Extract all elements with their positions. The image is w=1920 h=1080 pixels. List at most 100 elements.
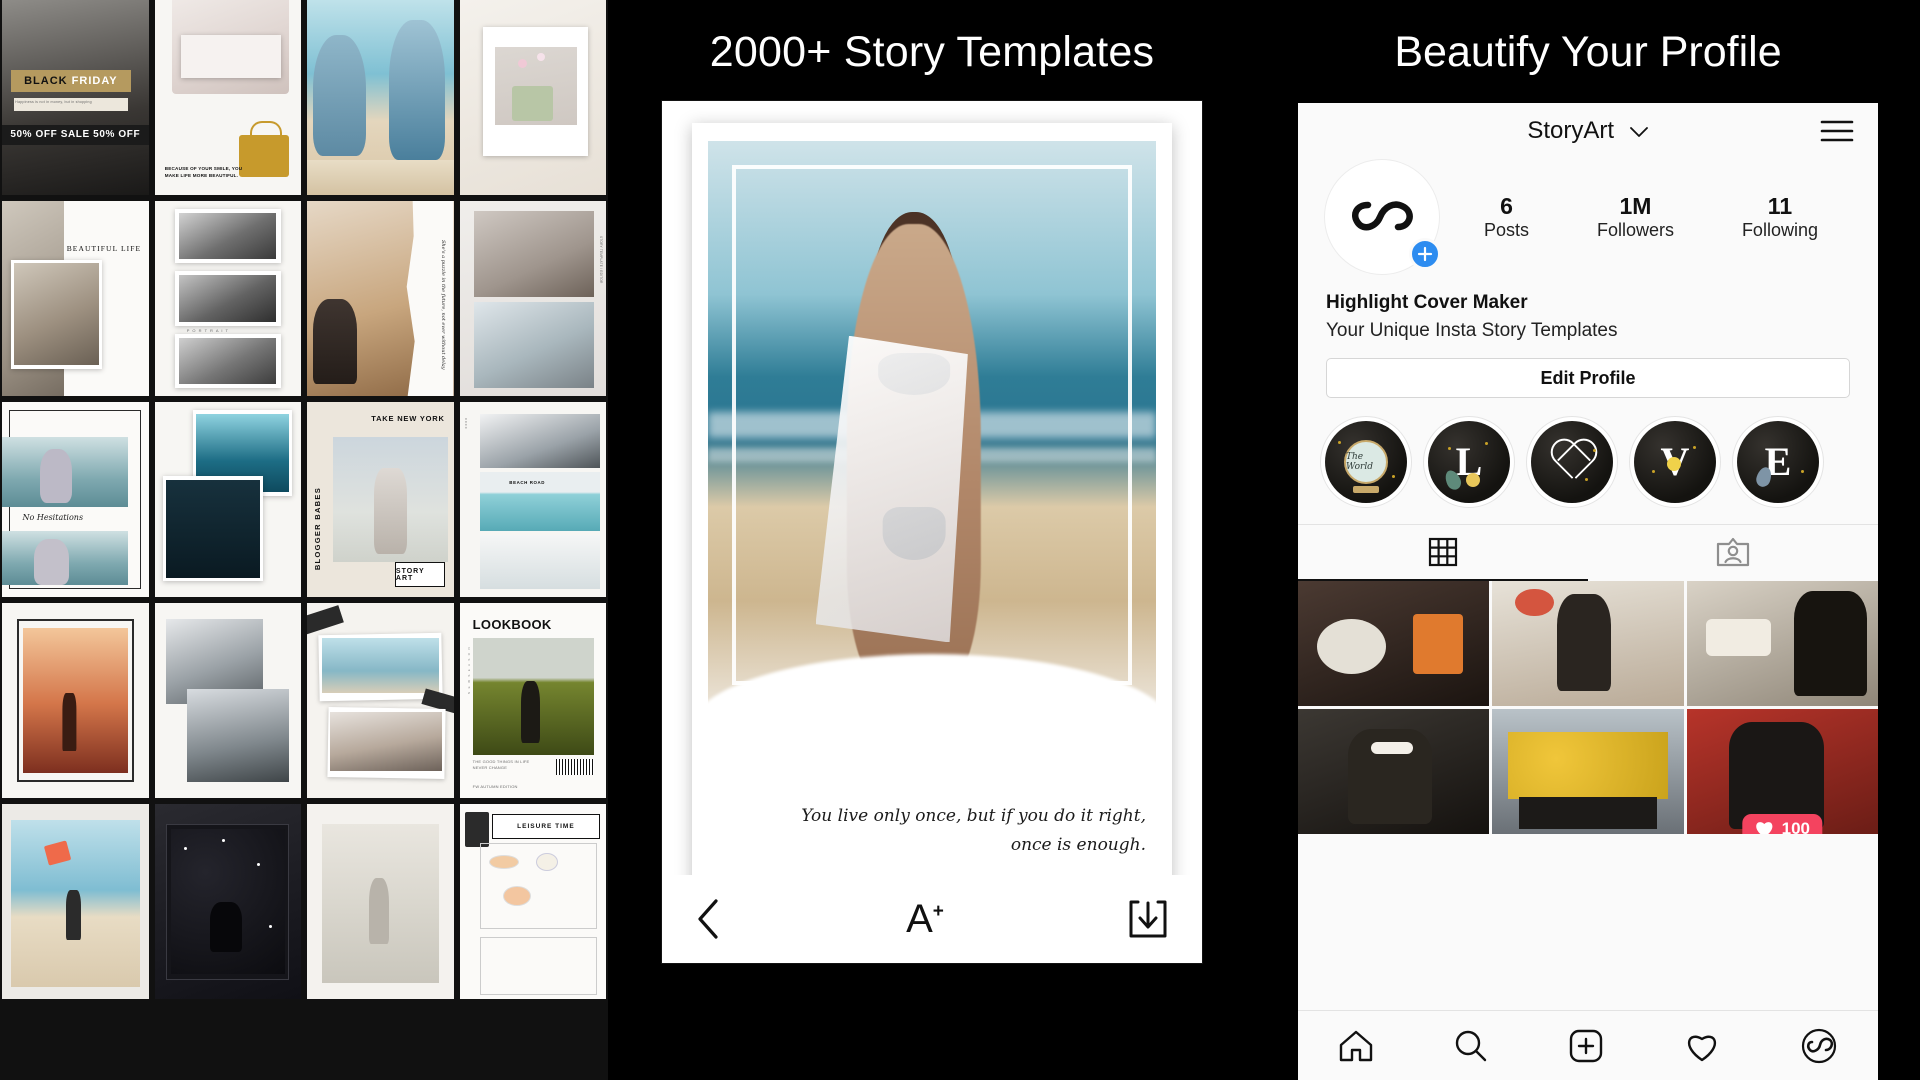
instagram-mockup: StoryArt 6 Posts 1M Followers 11 Followi… <box>1298 103 1878 1080</box>
profile-tabs <box>1298 524 1878 582</box>
template-tile-field-jump[interactable] <box>307 804 454 999</box>
chevron-down-icon <box>1629 126 1649 138</box>
highlight-letter-v[interactable]: V <box>1629 416 1721 509</box>
nav-home[interactable] <box>1338 1029 1374 1063</box>
profile-summary: 6 Posts 1M Followers 11 Following <box>1298 159 1878 275</box>
post-tile[interactable] <box>1492 581 1684 707</box>
post-tile[interactable] <box>1686 581 1878 707</box>
likes-count: 100 <box>1781 819 1810 835</box>
story-quote[interactable]: You live only once, but if you do it rig… <box>722 802 1146 862</box>
profile-title: Beautify Your Profile <box>1394 28 1782 76</box>
bf-strip-text: 50% OFF SALE 50% OFF <box>10 129 141 141</box>
home-icon <box>1339 1030 1372 1061</box>
nav-add[interactable] <box>1568 1029 1604 1063</box>
template-gallery-panel: BLACK FRIDAY Happiness is not in money, … <box>0 0 608 1080</box>
template-tile-underwater[interactable] <box>154 402 301 597</box>
template-tile-veil-duo[interactable]: STORY TEMPLATE / EDITOR <box>459 201 606 396</box>
bio-description: Your Unique Insta Story Templates <box>1326 319 1618 341</box>
bf-subtitle: Happiness is not in money, but in shoppi… <box>15 100 92 105</box>
download-icon[interactable] <box>1128 898 1168 940</box>
nav-activity[interactable] <box>1683 1029 1721 1063</box>
template-tile-no-hesitations[interactable]: No Hesitations <box>2 402 149 597</box>
edit-profile-button[interactable]: Edit Profile <box>1326 358 1850 399</box>
template-tile-sunset-door[interactable] <box>2 603 149 798</box>
globe-icon: The World <box>1344 440 1388 485</box>
profile-bio: Highlight Cover Maker Your Unique Insta … <box>1298 275 1878 344</box>
following-label: Following <box>1741 219 1818 240</box>
bf-label-1: BLACK <box>24 75 68 88</box>
template-tile-beach-friends[interactable] <box>307 0 454 195</box>
profile-stats: 6 Posts 1M Followers 11 Following <box>1440 193 1852 240</box>
black-friday-banner: BLACK FRIDAY <box>10 70 131 93</box>
beautiful-life-label: BEAUTIFUL LIFE <box>66 243 142 253</box>
highlight-globe[interactable]: The World <box>1320 416 1412 509</box>
nav-search[interactable] <box>1453 1029 1489 1063</box>
template-tile-kite-beach[interactable] <box>2 804 149 999</box>
bio-name: Highlight Cover Maker <box>1326 292 1528 313</box>
stat-posts[interactable]: 6 Posts <box>1484 193 1529 240</box>
template-tile-polaroid-tape[interactable] <box>307 603 454 798</box>
template-tile-leisure-time[interactable]: LEISURE TIME <box>459 804 606 999</box>
template-tile-torn-city[interactable]: She's a puzzle in the future, not ever w… <box>307 201 454 396</box>
add-text-letter: A <box>906 897 933 941</box>
tagged-icon <box>1716 537 1750 567</box>
highlight-letter-l[interactable]: L <box>1423 416 1515 509</box>
plus-square-icon <box>1569 1029 1603 1062</box>
tab-grid[interactable] <box>1298 525 1588 582</box>
tny-tag: STORY ART <box>394 561 445 588</box>
template-tile-beautiful-life[interactable]: BEAUTIFUL LIFE <box>2 201 149 396</box>
post-tile[interactable]: 100 <box>1686 709 1878 835</box>
template-tile-night-stars[interactable] <box>154 804 301 999</box>
profile-header: StoryArt <box>1298 103 1878 159</box>
add-story-button[interactable] <box>1409 238 1441 270</box>
editor-title: 2000+ Story Templates <box>709 28 1155 76</box>
post-tile[interactable] <box>1298 581 1490 707</box>
template-tile-black-friday[interactable]: BLACK FRIDAY Happiness is not in money, … <box>2 0 149 195</box>
tab-tagged[interactable] <box>1588 525 1878 581</box>
story-card[interactable]: You live only once, but if you do it rig… <box>692 123 1172 935</box>
back-chevron-icon[interactable] <box>696 898 722 940</box>
storyart-logo-icon <box>1352 201 1413 231</box>
template-tile-smile-bag[interactable]: BECAUSE OF YOUR SMILE, YOU MAKE LIFE MOR… <box>154 0 301 195</box>
add-text-icon[interactable]: A + <box>906 899 944 939</box>
editor-canvas[interactable]: You live only once, but if you do it rig… <box>662 101 1202 963</box>
tny-tag-text: STORY ART <box>395 567 425 582</box>
add-text-plus: + <box>932 901 944 922</box>
likes-badge: 100 <box>1742 814 1822 835</box>
stat-followers[interactable]: 1M Followers <box>1597 193 1674 240</box>
post-tile[interactable] <box>1298 709 1490 835</box>
avatar[interactable] <box>1324 159 1441 275</box>
promo-screenshot: BLACK FRIDAY Happiness is not in money, … <box>0 0 1920 1080</box>
triptych-caption: P O R T R A I T <box>186 327 229 333</box>
heart-icon <box>1688 1035 1717 1061</box>
template-tile-flower-vase[interactable] <box>459 0 606 195</box>
template-tile-lookbook[interactable]: LOOKBOOK THE GOOD THINGS IN LIFE NEVER C… <box>459 603 606 798</box>
story-photo[interactable] <box>708 141 1156 731</box>
posts-label: Posts <box>1483 219 1529 240</box>
template-tile-take-new-york[interactable]: TAKE NEW YORK BLOGGER BABES STORY ART <box>307 402 454 597</box>
template-tile-stairs-mono[interactable] <box>154 603 301 798</box>
template-grid: BLACK FRIDAY Happiness is not in money, … <box>0 0 608 999</box>
leisure-ribbon: LEISURE TIME <box>491 813 601 840</box>
leisure-label: LEISURE TIME <box>517 822 575 830</box>
post-tile[interactable] <box>1492 709 1684 835</box>
nav-profile[interactable] <box>1800 1028 1838 1064</box>
quote-line-1: You live only once, but if you do it rig… <box>801 805 1146 826</box>
highlight-letter-e[interactable]: E <box>1732 416 1824 509</box>
smile-caption: BECAUSE OF YOUR SMILE, YOU MAKE LIFE MOR… <box>164 165 243 179</box>
username-dropdown[interactable]: StoryArt <box>1527 117 1648 145</box>
following-count: 11 <box>1767 193 1793 220</box>
storyart-avatar-icon <box>1802 1028 1837 1063</box>
grid-icon <box>1428 537 1458 567</box>
hamburger-menu-icon[interactable] <box>1820 118 1854 144</box>
lookbook-caption: THE GOOD THINGS IN LIFE NEVER CHANGE <box>472 759 530 770</box>
template-tile-bw-triptych[interactable]: P O R T R A I T <box>154 201 301 396</box>
followers-label: Followers <box>1596 219 1674 240</box>
torn-city-script: She's a puzzle in the future, not ever w… <box>440 240 447 370</box>
stat-following[interactable]: 11 Following <box>1742 193 1818 240</box>
quote-line-2: once is enough. <box>1010 835 1146 856</box>
template-tile-beach-road[interactable]: BEACH ROAD 0 0 0 0 <box>459 402 606 597</box>
highlight-heart[interactable] <box>1526 416 1618 509</box>
post-grid: 100 <box>1298 581 1878 835</box>
editor-toolbar: A + <box>662 875 1202 963</box>
